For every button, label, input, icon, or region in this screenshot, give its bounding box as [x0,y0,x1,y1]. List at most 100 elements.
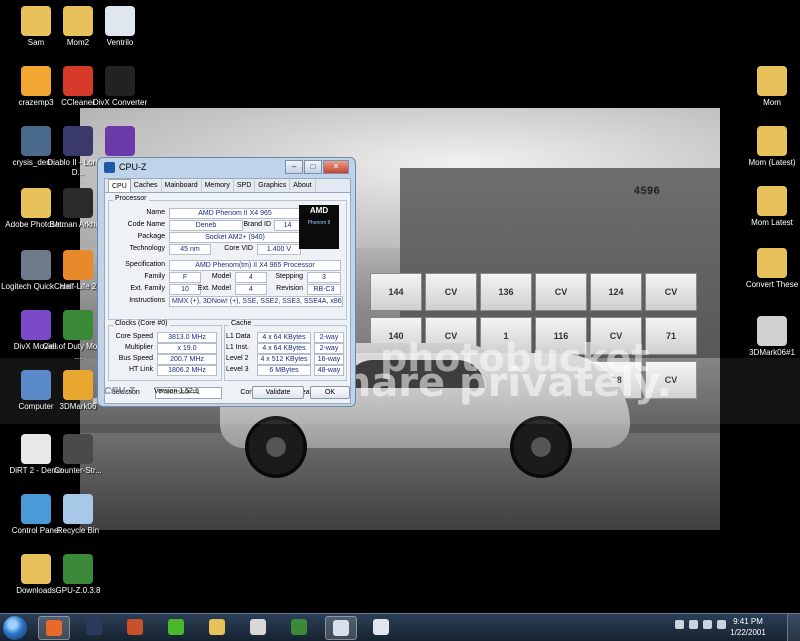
tab-graphics[interactable]: Graphics [255,179,291,192]
wallpaper-crate: 144 [370,273,422,311]
taskbar: 9:41 PM 1/22/2001 [0,613,800,641]
htlink-label: HT Link [129,366,153,373]
validate-button[interactable]: Validate [252,386,304,399]
desktop-icon-divx-converter[interactable]: DivX Converter [84,66,156,108]
batman-icon [63,188,93,218]
wallpaper-crate: CV [645,273,697,311]
desktop-icon-label: 3DMark06#1 [749,348,795,357]
tab-mainboard[interactable]: Mainboard [162,179,202,192]
ventrilo-icon [373,619,389,635]
tab-memory[interactable]: Memory [202,179,234,192]
desktop-icon-label: Convert These [745,280,799,289]
family-label: Family [144,273,165,280]
cpuz-logo-icon [104,161,115,173]
desktop-icon-ventrilo[interactable]: Ventrilo [84,6,156,48]
maximize-button[interactable]: □ [304,160,322,174]
desktop-icon-recycle-bin[interactable]: Recycle Bin [42,494,114,536]
wallpaper-crate: CV [535,273,587,311]
counter-strike-icon [63,434,93,464]
cache-group-title: Cache [229,320,254,327]
taskbar-gpu-z-button[interactable] [284,616,314,638]
desktop-icon-3dmark06-1[interactable]: 3DMark06#1 [736,316,800,358]
minimize-button[interactable]: – [285,160,303,174]
desktop-icon-label: DivX Converter [92,98,148,107]
tray-up-arrow-icon[interactable] [675,620,684,629]
revision-value: RB-C3 [307,284,341,295]
tab-spd[interactable]: SPD [234,179,256,192]
cache-row-way: 2-way [314,332,344,343]
taskbar-firefox-button[interactable] [38,616,70,640]
car-rear-wheel [510,416,572,478]
corevid-value: 1.400 V [257,244,301,255]
cpuz-content: CPU Caches Mainboard Memory SPD Graphics… [104,178,351,404]
desktop-icon-mom[interactable]: Mom [736,66,800,108]
folder-icon [757,126,787,156]
clock-time: 9:41 PM [733,617,763,626]
desktop-icon-mom-latest[interactable]: Mom (Latest) [736,126,800,168]
taskbar-game-button[interactable] [120,616,150,638]
htlink-value: 1806.2 MHz [157,365,217,376]
clocks-group-title: Clocks (Core #0) [113,320,170,327]
taskbar-explorer-button[interactable] [202,616,232,638]
tab-caches[interactable]: Caches [131,179,162,192]
codename-label: Code Name [127,221,165,228]
taskbar-cpu-z-button[interactable] [325,616,357,640]
3dmark-icon [63,370,93,400]
desktop-icon-label: GPU-Z.0.3.8 [55,586,101,595]
cache-group: Cache L1 Data 4 x 64 KBytes 2-way L1 Ins… [224,320,347,381]
spec-label: Specification [125,261,165,268]
tab-about[interactable]: About [290,179,316,192]
show-desktop-button[interactable] [787,614,800,641]
desktop-icon-convert-these[interactable]: Convert These [736,248,800,290]
desktop-icon-label: Mom Latest [751,218,793,227]
ok-button[interactable]: OK [310,386,350,399]
desktop-icon-label: Recycle Bin [56,526,100,535]
taskbar-clock[interactable]: 9:41 PM 1/22/2001 [726,616,770,638]
package-value: Socket AM2+ (940) [169,232,301,243]
wallpaper-crate: 136 [480,273,532,311]
cache-row-way: 2-way [314,343,344,354]
explorer-icon [209,619,225,635]
gpu-z-icon [291,619,307,635]
taskbar-steam-button[interactable] [79,616,109,638]
corevid-label: Core VID [224,245,253,252]
desktop-icon-mom-latest[interactable]: Mom Latest [736,186,800,228]
revision-label: Revision [276,285,303,292]
wallpaper-crate: 71 [645,317,697,355]
tray-network-icon[interactable] [689,620,698,629]
instructions-label: Instructions [129,297,165,304]
taskbar-media-player-button[interactable] [161,616,191,638]
taskbar-film-reel-button[interactable] [243,616,273,638]
firefox-icon [46,620,62,636]
tray-volume-icon[interactable] [717,620,726,629]
window-controls: – □ ✕ [285,160,349,174]
ventrilo-icon [105,6,135,36]
game-icon [127,619,143,635]
processor-group-title: Processor [113,195,149,202]
cpuz-window[interactable]: CPU-Z – □ ✕ CPU Caches Mainboard Memory … [97,157,356,407]
desktop-icon-label: Ventrilo [106,38,134,47]
taskbar-ventrilo-button[interactable] [366,616,396,638]
cpu-z-icon [333,620,349,636]
cod-icon [63,310,93,340]
desktop-icon-counter-str[interactable]: Counter-Str... [42,434,114,476]
desktop-icon-gpu-z-0-3-8[interactable]: GPU-Z.0.3.8 [42,554,114,596]
cache-row-size: 4 x 64 KBytes [257,332,311,343]
amd-phenom-logo: AMD Phenom II [299,205,339,249]
start-button[interactable] [3,616,27,640]
film-reel-icon [250,619,266,635]
clock-date: 1/22/2001 [730,628,766,637]
close-button[interactable]: ✕ [323,160,349,174]
tray-flag-icon[interactable] [703,620,712,629]
recycle-bin-icon [63,494,93,524]
cache-row-label: Level 2 [226,355,249,362]
multiplier-label: Multiplier [124,344,153,351]
clocks-group: Clocks (Core #0) Core Speed 3813.0 MHz M… [108,320,222,381]
play-icon [105,126,135,156]
image-file-icon [757,316,787,346]
cache-row-way: 48-way [314,365,344,376]
cache-row-way: 16-way [314,354,344,365]
system-tray [675,620,726,629]
tab-cpu[interactable]: CPU [108,179,131,192]
wallpaper-crate: 124 [590,273,642,311]
